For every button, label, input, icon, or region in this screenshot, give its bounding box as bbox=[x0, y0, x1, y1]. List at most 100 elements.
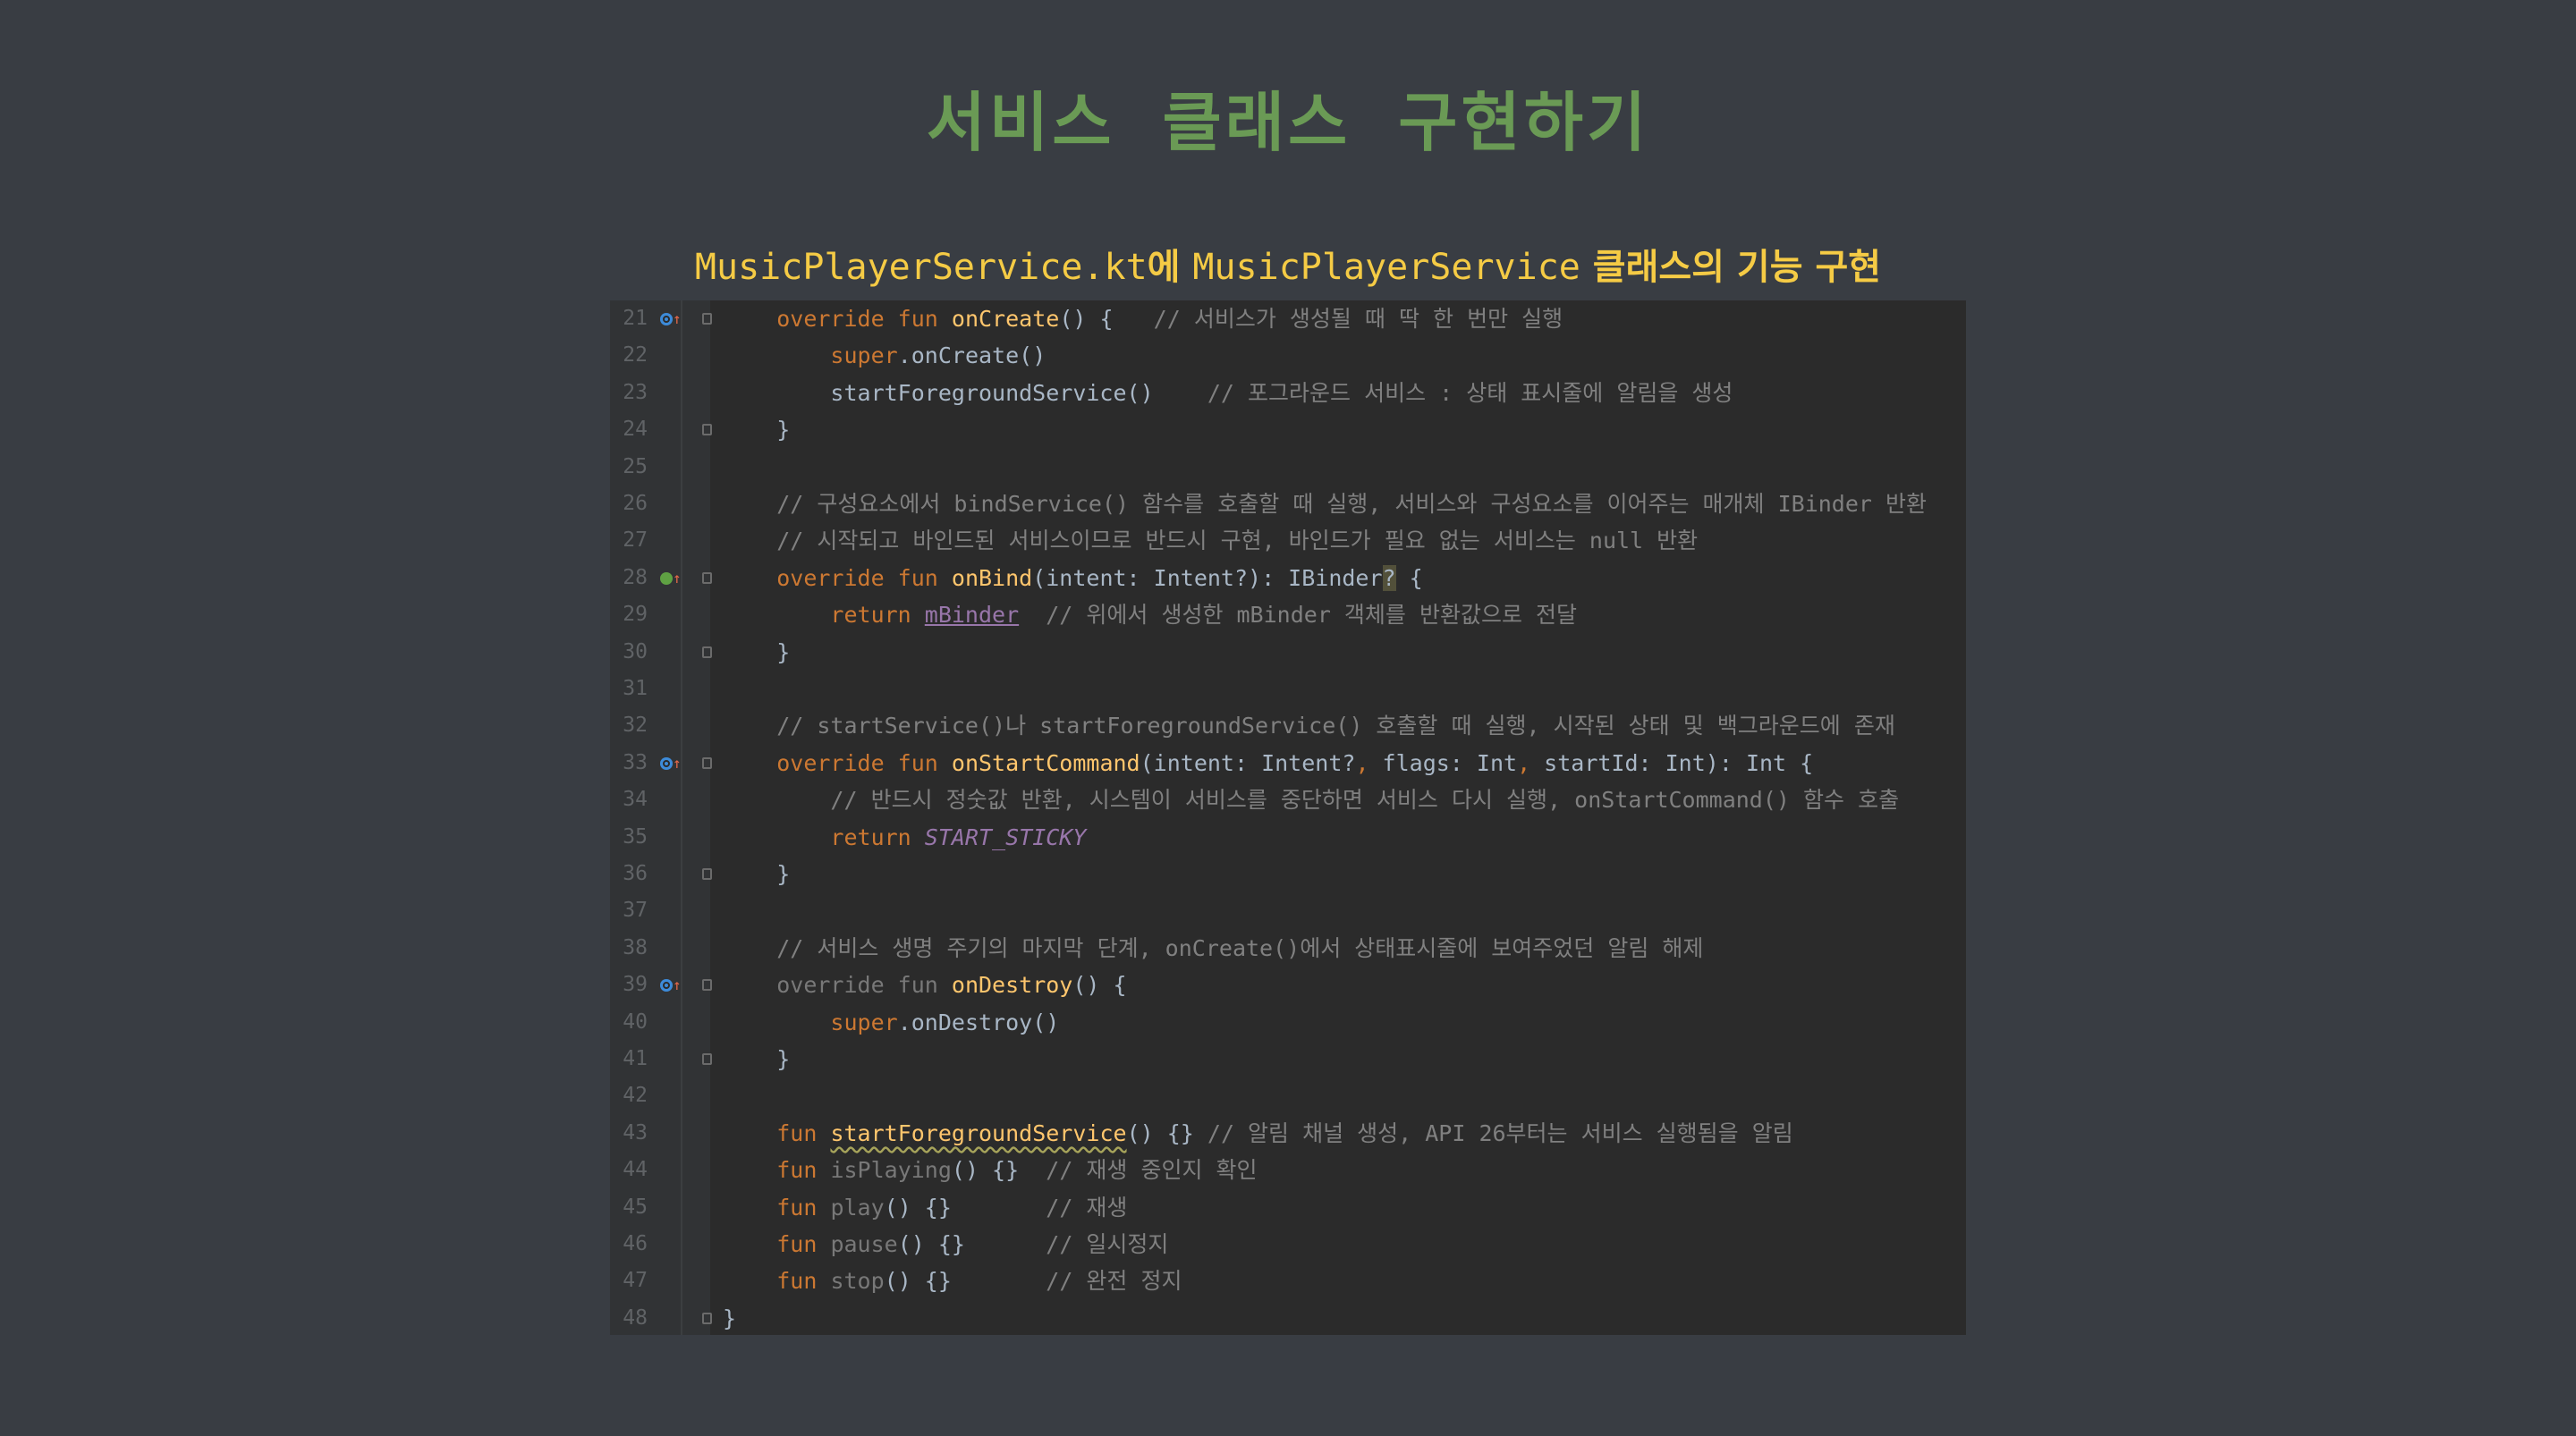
code-line[interactable]: 46 fun pause() {} // 일시정지 bbox=[610, 1226, 1966, 1263]
code-line[interactable]: 28 ↑ override fun onBind(intent: Intent?)… bbox=[610, 560, 1966, 596]
code-line[interactable]: 26 // 구성요소에서 bindService() 함수를 호출할 때 실행,… bbox=[610, 486, 1966, 522]
fold-toggle-icon[interactable] bbox=[702, 313, 712, 325]
line-number: 24 bbox=[623, 418, 648, 442]
code-line[interactable]: 40 super.onDestroy() bbox=[610, 1004, 1966, 1041]
implement-method-icon[interactable]: ↑ bbox=[660, 570, 682, 587]
code-token: startForegroundService() bbox=[723, 379, 1208, 406]
code-token: isPlaying bbox=[830, 1157, 952, 1184]
code-token: () { bbox=[1059, 306, 1154, 332]
code-editor[interactable]: 21 ↑ override fun onCreate() { // 서비스가 생성… bbox=[610, 300, 1966, 1335]
code-token: // 완전 정지 bbox=[1046, 1268, 1182, 1295]
code-line[interactable]: 33 ↑ override fun onStartCommand(intent: … bbox=[610, 745, 1966, 781]
line-number: 39 bbox=[623, 973, 648, 997]
code-line[interactable]: 23 startForegroundService() // 포그라운드 서비스… bbox=[610, 375, 1966, 411]
line-number: 45 bbox=[623, 1195, 648, 1219]
line-number: 35 bbox=[623, 824, 648, 849]
code-token: play bbox=[830, 1194, 885, 1221]
code-line[interactable]: 29 return mBinder // 위에서 생성한 mBinder 객체를… bbox=[610, 596, 1966, 633]
code-token: () {} bbox=[884, 1194, 1046, 1221]
code-text: startForegroundService() // 포그라운드 서비스 : … bbox=[723, 375, 1733, 411]
code-text: } bbox=[723, 1041, 790, 1077]
line-number: 27 bbox=[623, 528, 648, 553]
code-line[interactable]: 42 bbox=[610, 1077, 1966, 1114]
code-token: // 시작되고 바인드된 서비스이므로 반드시 구현, 바인드가 필요 없는 서… bbox=[776, 528, 1699, 554]
line-number: 25 bbox=[623, 454, 648, 478]
code-line[interactable]: 43 fun startForegroundService() {} // 알림… bbox=[610, 1115, 1966, 1152]
code-text: } bbox=[723, 634, 790, 671]
line-number: 44 bbox=[623, 1158, 648, 1182]
override-method-icon[interactable]: ↑ bbox=[660, 755, 682, 772]
code-line[interactable]: 39 ↑ override fun onDestroy() { bbox=[610, 967, 1966, 1003]
code-line[interactable]: 27 // 시작되고 바인드된 서비스이므로 반드시 구현, 바인드가 필요 없… bbox=[610, 522, 1966, 559]
code-line[interactable]: 24 } bbox=[610, 411, 1966, 448]
code-token: super bbox=[830, 1009, 898, 1035]
line-number: 32 bbox=[623, 714, 648, 738]
line-number: 33 bbox=[623, 750, 648, 774]
fold-toggle-icon[interactable] bbox=[702, 979, 712, 992]
code-token: // 재생 bbox=[1046, 1194, 1128, 1221]
fold-toggle-icon[interactable] bbox=[702, 1053, 712, 1065]
code-text: fun startForegroundService() {} // 알림 채널… bbox=[723, 1115, 1793, 1152]
override-method-icon[interactable]: ↑ bbox=[660, 977, 682, 993]
code-token: onBind bbox=[951, 564, 1033, 591]
code-token: // 일시정지 bbox=[1046, 1231, 1169, 1257]
line-number: 26 bbox=[623, 492, 648, 515]
code-line[interactable]: 45 fun play() {} // 재생 bbox=[610, 1189, 1966, 1226]
fold-toggle-icon[interactable] bbox=[702, 571, 712, 584]
fold-toggle-icon[interactable] bbox=[702, 1312, 712, 1324]
code-line[interactable]: 32 // startService()나 startForegroundSer… bbox=[610, 707, 1966, 744]
code-token: override fun bbox=[776, 306, 952, 332]
code-line[interactable]: 48} bbox=[610, 1300, 1966, 1335]
code-token: return bbox=[830, 824, 925, 850]
code-token: mBinder bbox=[924, 602, 1020, 629]
code-token: override fun bbox=[776, 749, 952, 776]
line-number: 47 bbox=[623, 1269, 648, 1293]
override-method-icon[interactable]: ↑ bbox=[660, 311, 682, 327]
code-line[interactable]: 22 super.onCreate() bbox=[610, 337, 1966, 374]
code-line[interactable]: 35 return START_STICKY bbox=[610, 819, 1966, 856]
code-line[interactable]: 30 } bbox=[610, 634, 1966, 671]
subtitle-text-1: 에 bbox=[1147, 247, 1193, 288]
code-token: } bbox=[723, 417, 791, 443]
code-text: fun pause() {} // 일시정지 bbox=[723, 1226, 1168, 1263]
code-token: () {} bbox=[951, 1157, 1046, 1184]
code-text: // 반드시 정숫값 반환, 시스템이 서비스를 중단하면 서비스 다시 실행,… bbox=[723, 781, 1899, 818]
code-text: fun stop() {} // 완전 정지 bbox=[723, 1263, 1182, 1299]
code-token: return bbox=[830, 602, 925, 629]
code-line[interactable]: 36 } bbox=[610, 856, 1966, 892]
fold-toggle-icon[interactable] bbox=[702, 424, 712, 436]
slide-subtitle: MusicPlayerService.kt에 MusicPlayerServic… bbox=[0, 238, 2576, 290]
code-line[interactable]: 34 // 반드시 정숫값 반환, 시스템이 서비스를 중단하면 서비스 다시 … bbox=[610, 781, 1966, 818]
code-token: onCreate bbox=[951, 306, 1060, 332]
subtitle-class-name: MusicPlayerService bbox=[1192, 247, 1580, 288]
code-line[interactable]: 31 bbox=[610, 671, 1966, 707]
code-text: return START_STICKY bbox=[723, 819, 1086, 856]
fold-toggle-icon[interactable] bbox=[702, 756, 712, 769]
code-token: fun bbox=[776, 1194, 831, 1221]
code-token: .onDestroy() bbox=[897, 1009, 1060, 1035]
code-line[interactable]: 38 // 서비스 생명 주기의 마지막 단계, onCreate()에서 상태… bbox=[610, 930, 1966, 967]
code-token: fun bbox=[776, 1268, 831, 1295]
line-number: 22 bbox=[623, 343, 648, 367]
line-number: 41 bbox=[623, 1047, 648, 1070]
code-line[interactable]: 44 fun isPlaying() {} // 재생 중인지 확인 bbox=[610, 1152, 1966, 1188]
code-token: onDestroy bbox=[951, 972, 1073, 999]
code-token: startId: Int): Int { bbox=[1544, 749, 1814, 776]
code-line[interactable]: 25 bbox=[610, 449, 1966, 486]
code-line[interactable]: 41 } bbox=[610, 1041, 1966, 1077]
code-line[interactable]: 47 fun stop() {} // 완전 정지 bbox=[610, 1263, 1966, 1299]
line-number: 38 bbox=[623, 935, 648, 959]
fold-toggle-icon[interactable] bbox=[702, 868, 712, 880]
code-line[interactable]: 37 bbox=[610, 892, 1966, 929]
code-token: fun bbox=[776, 1119, 831, 1146]
code-token: // 포그라운드 서비스 : 상태 표시줄에 알림을 생성 bbox=[1207, 379, 1733, 406]
code-line[interactable]: 21 ↑ override fun onCreate() { // 서비스가 생성… bbox=[610, 300, 1966, 337]
code-text: override fun onCreate() { // 서비스가 생성될 때 … bbox=[723, 300, 1563, 337]
fold-toggle-icon[interactable] bbox=[702, 646, 712, 658]
